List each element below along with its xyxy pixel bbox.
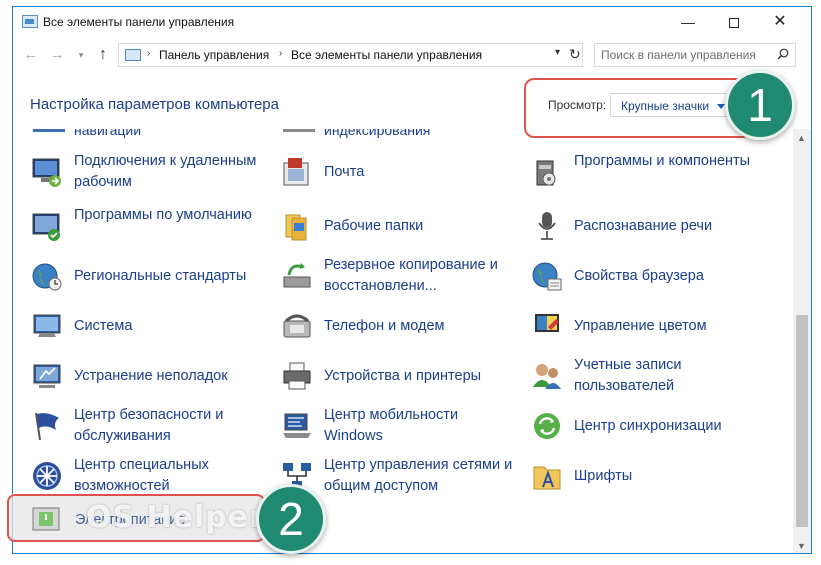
cutoff-item-indexing[interactable]: индексирования xyxy=(324,129,430,138)
callout-badge-1: 1 xyxy=(725,70,795,140)
item-label: Центр управления сетями и общим доступом xyxy=(324,457,513,494)
item-label: Распознавание речи xyxy=(574,218,713,234)
recent-locations-button[interactable]: ▾ xyxy=(71,45,91,65)
scroll-up-arrow-icon[interactable]: ▲ xyxy=(797,133,806,143)
mobility-center-icon xyxy=(283,413,311,438)
item-label: Программы по умолчанию xyxy=(74,207,252,223)
fonts-icon xyxy=(533,466,561,490)
navigation-bar: ← → ▾ ↑ › Панель управления › Все элемен… xyxy=(13,39,811,71)
color-management-icon xyxy=(535,314,559,332)
sync-center-icon xyxy=(534,413,560,439)
back-button[interactable]: ← xyxy=(21,45,41,65)
item-label: Система xyxy=(74,318,133,334)
power-options-icon xyxy=(32,507,60,531)
system-monitor-icon xyxy=(33,314,61,337)
item-label: Устранение неполадок xyxy=(74,368,228,384)
remote-desktop-icon xyxy=(32,158,61,187)
phone-modem-icon xyxy=(283,314,311,338)
item-work-folders[interactable]: Рабочие папки xyxy=(280,203,520,251)
item-label: Управление цветом xyxy=(574,318,707,334)
breadcrumb-separator-icon[interactable]: › xyxy=(279,48,282,59)
cutoff-item-navigation[interactable]: навигации xyxy=(74,129,141,138)
programs-icon xyxy=(536,160,556,186)
item-browser-properties[interactable]: Свойства браузера xyxy=(530,253,770,301)
item-label: Центр синхронизации xyxy=(574,418,722,434)
item-label: Устройства и принтеры xyxy=(324,368,482,384)
cutoff-icon xyxy=(283,129,315,132)
item-label: Почта xyxy=(324,164,365,180)
printer-icon xyxy=(283,362,311,390)
item-phone-modem[interactable]: Телефон и модем xyxy=(280,303,520,351)
item-label: Учетные записи пользователей xyxy=(574,357,682,394)
breadcrumb-all-items[interactable]: Все элементы панели управления xyxy=(291,48,482,62)
item-programs[interactable]: Программы и компоненты xyxy=(530,149,770,197)
address-dropdown-button[interactable]: ▾ xyxy=(555,47,560,58)
item-label: Центр безопасности и обслуживания xyxy=(74,407,224,444)
up-button[interactable]: ↑ xyxy=(93,45,113,65)
maximize-button[interactable] xyxy=(711,7,757,37)
item-label: Программы и компоненты xyxy=(574,153,751,169)
region-globe-icon xyxy=(32,263,62,291)
user-accounts-icon xyxy=(533,364,561,389)
callout-view-mode-highlight xyxy=(524,78,752,138)
control-panel-app-icon xyxy=(22,15,38,28)
item-label: Рабочие папки xyxy=(324,218,424,234)
scroll-thumb[interactable] xyxy=(796,315,808,527)
troubleshoot-icon xyxy=(33,364,61,388)
minimize-button[interactable]: — xyxy=(665,7,711,37)
item-sync-center[interactable]: Центр синхронизации xyxy=(530,403,770,451)
item-mobility-center[interactable]: Центр мобильности Windows xyxy=(280,403,520,451)
refresh-button[interactable]: ↻ xyxy=(569,46,581,63)
browser-properties-icon xyxy=(532,262,562,291)
scroll-down-arrow-icon[interactable]: ▼ xyxy=(797,541,806,551)
item-label: Центр мобильности Windows xyxy=(324,407,459,444)
maximize-icon xyxy=(729,18,739,29)
backup-icon xyxy=(283,263,311,288)
item-speech-recognition[interactable]: Распознавание речи xyxy=(530,203,770,251)
item-label: Центр специальных возможностей xyxy=(74,457,209,494)
item-system[interactable]: Система xyxy=(30,303,270,351)
item-color-management[interactable]: Управление цветом xyxy=(530,303,770,351)
forward-button[interactable]: → xyxy=(47,45,67,65)
item-user-accounts[interactable]: Учетные записи пользователей xyxy=(530,353,770,401)
item-label: Подключения к удаленным рабочим xyxy=(74,153,257,190)
close-button[interactable]: ✕ xyxy=(757,7,803,37)
callout-badge-2: 2 xyxy=(256,484,326,554)
search-icon[interactable] xyxy=(777,48,789,60)
breadcrumb-control-panel[interactable]: Панель управления xyxy=(159,48,269,62)
item-label: Телефон и модем xyxy=(324,318,445,334)
title-bar: Все элементы панели управления — ✕ xyxy=(13,7,811,37)
item-remote-desktop[interactable]: Подключения к удаленным рабочим xyxy=(30,149,270,197)
default-programs-icon xyxy=(32,213,60,241)
work-folders-icon xyxy=(285,214,307,241)
item-label: Резервное копирование и восстановлени... xyxy=(324,257,498,294)
item-default-programs[interactable]: Программы по умолчанию xyxy=(30,203,270,251)
search-input[interactable] xyxy=(601,47,771,63)
item-backup-restore[interactable]: Резервное копирование и восстановлени... xyxy=(280,253,520,301)
watermark-text: OS Helper xyxy=(86,500,265,535)
address-bar[interactable]: › Панель управления › Все элементы панел… xyxy=(118,43,583,67)
cutoff-icon xyxy=(33,129,65,132)
control-panel-icon xyxy=(125,49,141,61)
search-box[interactable] xyxy=(594,43,796,67)
item-mail[interactable]: Почта xyxy=(280,149,520,197)
item-security-maintenance[interactable]: Центр безопасности и обслуживания xyxy=(30,403,270,451)
accessibility-icon xyxy=(33,462,61,490)
page-title: Настройка параметров компьютера xyxy=(30,96,279,113)
item-label: Свойства браузера xyxy=(574,268,704,284)
items-grid: навигации индексирования Подключения к у… xyxy=(13,129,791,553)
security-flag-icon xyxy=(35,412,59,441)
microphone-icon xyxy=(538,212,556,240)
item-label: Шрифты xyxy=(574,468,633,484)
breadcrumb-separator-icon[interactable]: › xyxy=(147,48,150,59)
item-label: Региональные стандарты xyxy=(74,268,247,284)
vertical-scrollbar[interactable]: ▲ ▼ xyxy=(793,129,811,553)
item-devices-printers[interactable]: Устройства и принтеры xyxy=(280,353,520,401)
item-fonts[interactable]: Шрифты xyxy=(530,453,770,501)
item-region[interactable]: Региональные стандарты xyxy=(30,253,270,301)
item-troubleshooting[interactable]: Устранение неполадок xyxy=(30,353,270,401)
window-title: Все элементы панели управления xyxy=(43,15,235,29)
mail-icon xyxy=(283,158,309,186)
